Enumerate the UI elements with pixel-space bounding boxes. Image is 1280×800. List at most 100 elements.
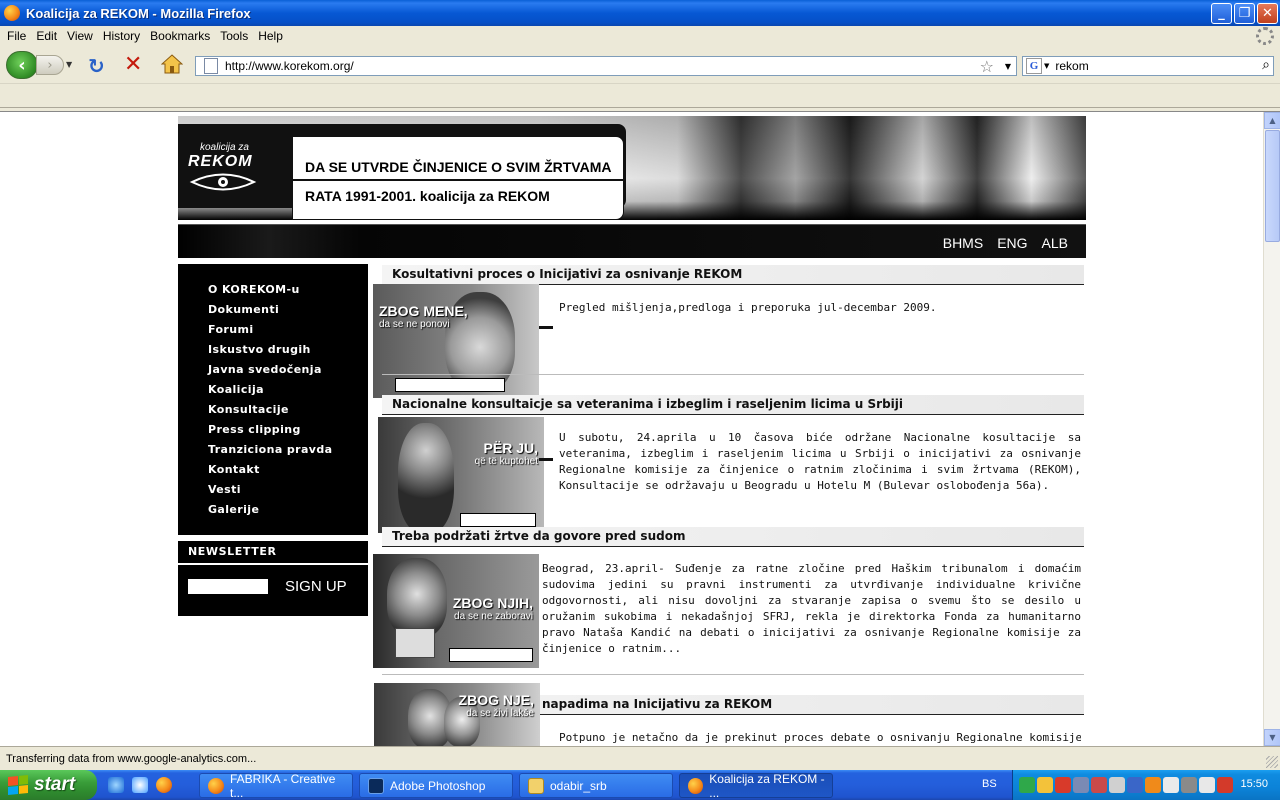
status-bar: Transferring data from www.google-analyt… xyxy=(0,746,1280,770)
sidebar-item-vesti[interactable]: Vesti xyxy=(208,483,241,496)
newsletter-form: SIGN UP xyxy=(178,565,368,616)
search-icon[interactable]: ⌕ xyxy=(1262,57,1270,73)
sidebar-item-javna-svedocenja[interactable]: Javna svedočenja xyxy=(208,363,322,376)
firefox-quicklaunch-icon[interactable] xyxy=(156,777,172,793)
lang-alb-link[interactable]: ALB xyxy=(1042,235,1068,251)
resize-grip-icon[interactable] xyxy=(1266,756,1278,768)
window-title: Koalicija za REKOM - Mozilla Firefox xyxy=(26,5,251,21)
network-connection-icon[interactable] xyxy=(1073,777,1089,793)
article-image[interactable]: PËR JU, që të kuptohet xyxy=(378,417,544,533)
minimize-button[interactable]: _ xyxy=(1211,3,1232,24)
connection-error-icon[interactable] xyxy=(1091,777,1107,793)
sidebar-item-tranziciona-pravda[interactable]: Tranziciona pravda xyxy=(208,443,332,456)
url-text[interactable]: http://www.korekom.org/ xyxy=(225,59,354,73)
firefox-icon xyxy=(688,777,704,794)
tagline-line-2: RATA 1991-2001. koalicija za REKOM xyxy=(305,188,550,204)
lang-eng-link[interactable]: ENG xyxy=(997,235,1027,251)
scroll-thumb[interactable] xyxy=(1265,130,1280,242)
forward-arrow-icon: › xyxy=(47,57,53,73)
vertical-scrollbar[interactable]: ▲ ▼ xyxy=(1263,112,1280,746)
search-input[interactable]: rekom xyxy=(1055,59,1088,73)
home-button[interactable] xyxy=(161,54,183,74)
image-headline: PËR JU, xyxy=(483,440,538,456)
lang-bhms-link[interactable]: BHMS xyxy=(943,235,983,251)
reload-button[interactable]: ↻ xyxy=(88,54,105,78)
menu-file[interactable]: File xyxy=(7,29,26,43)
article-title[interactable]: Treba podržati žrtve da govore pred sudo… xyxy=(392,529,685,543)
menu-help[interactable]: Help xyxy=(258,29,283,43)
sidebar-item-o-korekom[interactable]: O KOREKOM-u xyxy=(208,283,300,296)
device-tray-icon[interactable] xyxy=(1109,777,1125,793)
tagline-box: DA SE UTVRDE ČINJENICE O SVIM ŽRTVAMA RA… xyxy=(292,136,624,220)
maximize-button[interactable]: ❐ xyxy=(1234,3,1255,24)
bluetooth-icon[interactable] xyxy=(1127,777,1143,793)
article-image[interactable]: ZBOG NJIH, da se ne zaboravi xyxy=(373,554,539,668)
menu-history[interactable]: History xyxy=(103,29,140,43)
menu-view[interactable]: View xyxy=(67,29,93,43)
stop-button[interactable]: ✕ xyxy=(124,52,142,77)
address-bar[interactable]: http://www.korekom.org/ ☆ ▼ xyxy=(195,56,1017,76)
sidebar-item-forumi[interactable]: Forumi xyxy=(208,323,254,336)
article-title[interactable]: napadima na Inicijativu za REKOM xyxy=(542,697,772,711)
held-photo xyxy=(395,628,435,658)
history-dropdown-icon[interactable]: ▼ xyxy=(66,60,72,69)
sidebar-item-kontakt[interactable]: Kontakt xyxy=(208,463,260,476)
arrow-marker xyxy=(539,458,553,461)
sidebar-item-dokumenti[interactable]: Dokumenti xyxy=(208,303,279,316)
menu-bookmarks[interactable]: Bookmarks xyxy=(150,29,210,43)
bookmarks-toolbar xyxy=(0,84,1280,108)
scroll-up-icon[interactable]: ▲ xyxy=(1264,112,1280,129)
start-button[interactable]: start xyxy=(0,770,97,800)
article-title[interactable]: Nacionalne konsultaicje sa veteranima i … xyxy=(392,397,903,411)
article-image[interactable]: ZBOG MENE, da se ne ponovi xyxy=(373,284,539,398)
firefox-icon xyxy=(208,777,224,794)
tagline-divider xyxy=(293,179,623,181)
taskbar-item-fabrika[interactable]: FABRIKA - Creative t... xyxy=(199,772,353,800)
clock[interactable]: 15:50 xyxy=(1240,778,1268,790)
sidebar-item-galerije[interactable]: Galerije xyxy=(208,503,259,516)
sidebar-item-koalicija[interactable]: Koalicija xyxy=(208,383,264,396)
sidebar-item-konsultacije[interactable]: Konsultacije xyxy=(208,403,289,416)
taskbar-item-photoshop[interactable]: Adobe Photoshop xyxy=(359,773,513,798)
media-player-tray-icon[interactable] xyxy=(1145,777,1161,793)
article-title[interactable]: Kosultativni proces o Inicijativi za osn… xyxy=(392,267,742,281)
forward-button[interactable]: › xyxy=(36,55,64,75)
loading-throbber-icon xyxy=(1256,27,1274,45)
desktop-quicklaunch-icon[interactable] xyxy=(132,777,148,793)
signup-button[interactable]: SIGN UP xyxy=(285,578,347,595)
sidebar-menu: O KOREKOM-u Dokumenti Forumi Iskustvo dr… xyxy=(178,264,368,535)
printer-tray-icon[interactable] xyxy=(1199,777,1215,793)
system-tray: 15:50 xyxy=(1012,770,1280,800)
taskbar-item-koalicija[interactable]: Koalicija za REKOM - ... xyxy=(679,772,833,800)
engine-dropdown-icon[interactable]: ▼ xyxy=(1044,62,1049,70)
photoshop-icon xyxy=(368,777,384,794)
article-image[interactable]: ZBOG NJE, da se živi lakše xyxy=(374,683,540,746)
scroll-down-icon[interactable]: ▼ xyxy=(1264,729,1280,746)
back-button[interactable]: ‹ xyxy=(6,51,38,79)
sidebar-item-press-clipping[interactable]: Press clipping xyxy=(208,423,301,436)
newsletter-email-input[interactable] xyxy=(188,579,268,594)
taskbar-item-odabir-srb[interactable]: odabir_srb xyxy=(519,773,673,798)
google-engine-icon[interactable]: G xyxy=(1026,58,1042,74)
arrow-marker xyxy=(539,326,553,329)
network-tray-icon[interactable] xyxy=(1019,777,1035,793)
menu-edit[interactable]: Edit xyxy=(36,29,57,43)
app-tray-icon[interactable] xyxy=(1217,777,1233,793)
bookmark-star-icon[interactable]: ☆ xyxy=(980,57,994,76)
antivirus-tray-icon[interactable] xyxy=(1055,777,1071,793)
language-indicator[interactable]: BS xyxy=(982,778,997,790)
newsletter-heading: NEWSLETTER xyxy=(178,541,368,563)
url-dropdown-icon[interactable]: ▼ xyxy=(1005,62,1011,71)
ie-quicklaunch-icon[interactable] xyxy=(108,777,124,793)
menu-tools[interactable]: Tools xyxy=(220,29,248,43)
logo-box[interactable]: koalicija za REKOM DA SE UTVRDE ČINJENIC… xyxy=(178,124,626,220)
back-arrow-icon: ‹ xyxy=(18,54,26,76)
volume-icon[interactable] xyxy=(1163,777,1179,793)
security-shield-icon[interactable] xyxy=(1037,777,1053,793)
display-tray-icon[interactable] xyxy=(1181,777,1197,793)
campaign-strip xyxy=(460,513,536,527)
search-bar[interactable]: G ▼ rekom ⌕ xyxy=(1022,56,1274,76)
portrait-photo xyxy=(387,558,447,638)
sidebar-item-iskustvo-drugih[interactable]: Iskustvo drugih xyxy=(208,343,311,356)
close-button[interactable]: ✕ xyxy=(1257,3,1278,24)
